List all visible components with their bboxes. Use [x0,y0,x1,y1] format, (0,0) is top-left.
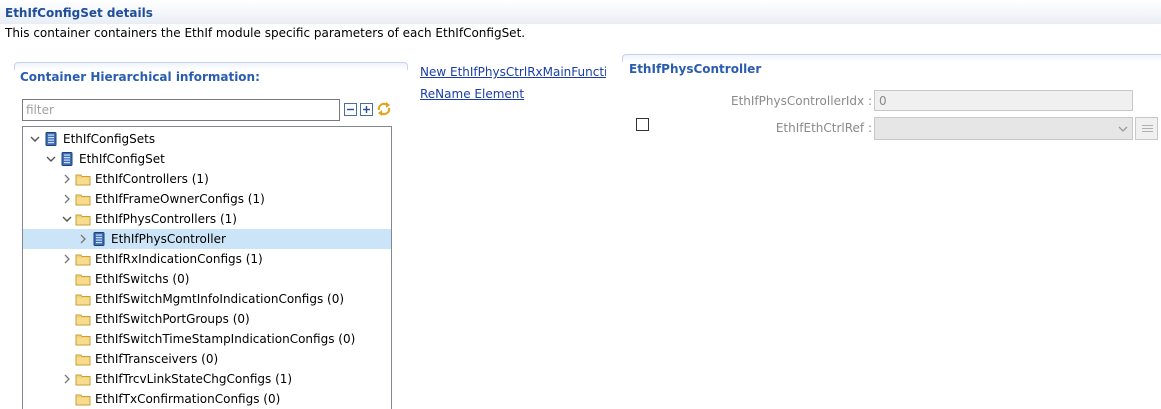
tree-node-label: EthIfPhysControllers (1) [95,212,237,226]
folder-icon [75,311,91,327]
tree-node[interactable]: EthIfRxIndicationConfigs (1) [23,249,391,269]
new-element-link[interactable]: New EthIfPhysCtrlRxMainFunctic [420,63,606,85]
enable-checkbox[interactable] [636,118,649,131]
module-icon [91,231,107,247]
tree-node-label: EthIfPhysController [111,232,226,246]
chevron-right-icon[interactable] [61,369,73,389]
folder-icon [75,331,91,347]
controller-idx-label: EthIfPhysControllerIdx : [731,94,872,108]
details-header-bar [0,0,1161,24]
tree-node-label: EthIfTransceivers (0) [95,352,219,366]
chevron-down-icon[interactable] [61,209,73,229]
tree-node-label: EthIfControllers (1) [95,172,209,186]
tree-node[interactable]: EthIfTransceivers (0) [23,349,391,369]
tree-node[interactable]: EthIfControllers (1) [23,169,391,189]
tree-node-label: EthIfRxIndicationConfigs (1) [95,252,263,266]
tree-node[interactable]: EthIfFrameOwnerConfigs (1) [23,189,391,209]
action-links: New EthIfPhysCtrlRxMainFunctic ReName El… [420,63,606,107]
chevron-right-icon[interactable] [61,169,73,189]
container-tree[interactable]: EthIfConfigSets EthIfConfigSet EthIfContro… [22,126,392,409]
tree-node-label: EthIfFrameOwnerConfigs (1) [95,192,265,206]
chevron-right-icon[interactable] [61,189,73,209]
module-icon [59,151,75,167]
collapse-all-icon[interactable] [344,103,357,116]
tree-node[interactable]: EthIfPhysController [23,229,391,249]
tree-node-label: EthIfTrcvLinkStateChgConfigs (1) [95,372,293,386]
properties-panel: EthIfPhysController EthIfPhysControllerI… [622,54,1161,409]
folder-icon [75,171,91,187]
tree-node-label: EthIfConfigSets [63,132,156,146]
details-description: This container containers the EthIf modu… [5,26,526,40]
folder-icon [75,351,91,367]
eth-ctrl-ref-select[interactable] [874,117,1133,140]
folder-icon [75,371,91,387]
folder-icon [75,211,91,227]
chevron-right-icon[interactable] [61,249,73,269]
rename-element-link[interactable]: ReName Element [420,85,606,107]
hierarchy-panel-border [14,62,408,70]
tree-node[interactable]: EthIfConfigSets [23,129,391,149]
controller-idx-field[interactable] [874,90,1133,111]
hierarchy-panel: Container Hierarchical information: EthI… [14,62,408,409]
tree-node[interactable]: EthIfSwitchMgmtInfoIndicationConfigs (0) [23,289,391,309]
folder-icon [75,291,91,307]
tree-node[interactable]: EthIfTrcvLinkStateChgConfigs (1) [23,369,391,389]
module-icon [43,131,59,147]
reference-list-button[interactable] [1135,117,1158,140]
tree-node[interactable]: EthIfSwitchTimeStampIndicationConfigs (0… [23,329,391,349]
folder-icon [75,391,91,407]
tree-node[interactable]: EthIfSwitchs (0) [23,269,391,289]
tree-node-label: EthIfConfigSet [79,152,165,166]
folder-icon [75,191,91,207]
folder-icon [75,251,91,267]
properties-title: EthIfPhysController [629,62,762,76]
tree-node-label: EthIfSwitchTimeStampIndicationConfigs (0… [95,332,356,346]
chevron-right-icon[interactable] [77,229,89,249]
chevron-down-icon[interactable] [29,129,41,149]
sync-link-icon[interactable] [376,101,392,117]
tree-node-label: EthIfSwitchMgmtInfoIndicationConfigs (0) [95,292,345,306]
properties-panel-border [622,54,1161,62]
chevron-down-icon[interactable] [45,149,57,169]
tree-node[interactable]: EthIfSwitchPortGroups (0) [23,309,391,329]
details-title: EthIfConfigSet details [5,6,153,20]
folder-icon [75,271,91,287]
tree-node-label: EthIfTxConfirmationConfigs (0) [95,392,281,406]
chevron-down-icon [1118,126,1128,132]
eth-ctrl-ref-label: EthIfEthCtrlRef : [775,121,872,135]
tree-node[interactable]: EthIfPhysControllers (1) [23,209,391,229]
list-icon [1142,125,1153,132]
filter-input[interactable] [22,99,340,121]
tree-node[interactable]: EthIfConfigSet [23,149,391,169]
tree-node-label: EthIfSwitchs (0) [95,272,190,286]
hierarchy-title: Container Hierarchical information: [20,70,260,84]
tree-node-label: EthIfSwitchPortGroups (0) [95,312,250,326]
tree-node[interactable]: EthIfTxConfirmationConfigs (0) [23,389,391,409]
expand-all-icon[interactable] [360,103,373,116]
